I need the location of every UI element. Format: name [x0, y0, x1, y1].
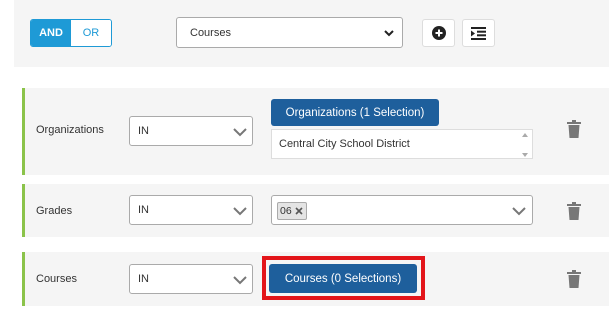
add-group-button[interactable] [462, 19, 495, 47]
chevron-down-icon [233, 128, 247, 137]
scroll-up-icon[interactable] [522, 133, 528, 137]
rule-label: Courses [36, 273, 77, 285]
rule-label: Organizations [36, 124, 104, 136]
grade-tag-label: 06 [280, 205, 292, 217]
operator-select[interactable]: IN [129, 116, 253, 146]
trash-icon[interactable] [567, 202, 581, 220]
trash-icon[interactable] [567, 270, 581, 288]
chevron-down-icon [512, 207, 526, 216]
organizations-textarea[interactable]: Central City School District [271, 129, 533, 159]
plus-circle-icon [431, 26, 446, 40]
highlight-box [262, 256, 425, 300]
textarea-scrollbar[interactable] [521, 133, 529, 157]
logic-toggle: AND OR [30, 19, 112, 47]
and-button[interactable]: AND [31, 20, 71, 46]
organizations-text-value: Central City School District [279, 138, 410, 150]
operator-value: IN [138, 273, 149, 285]
scroll-down-icon[interactable] [522, 153, 528, 157]
chevron-down-icon [233, 207, 247, 216]
trash-icon[interactable] [567, 120, 581, 138]
operator-value: IN [138, 125, 149, 137]
operator-select[interactable]: IN [129, 195, 253, 225]
indent-icon [471, 26, 486, 40]
field-select[interactable]: Courses [176, 17, 403, 48]
add-rule-button[interactable] [422, 19, 455, 47]
grade-tag: 06 [277, 202, 307, 220]
operator-select[interactable]: IN [129, 264, 253, 294]
field-select-value: Courses [190, 26, 231, 39]
rule-organizations: Organizations IN Organizations (1 Select… [22, 88, 609, 175]
rule-grades: Grades IN 06 [22, 184, 609, 237]
or-button[interactable]: OR [71, 20, 111, 46]
close-icon[interactable] [295, 207, 303, 215]
operator-value: IN [138, 204, 149, 216]
organizations-select-button[interactable]: Organizations (1 Selection) [271, 99, 439, 126]
grades-multi-select[interactable]: 06 [271, 195, 533, 225]
chevron-down-icon [233, 276, 247, 285]
rule-label: Grades [36, 205, 73, 217]
chevron-down-icon [384, 30, 394, 37]
group-toolbar: AND OR Courses [14, 0, 609, 67]
